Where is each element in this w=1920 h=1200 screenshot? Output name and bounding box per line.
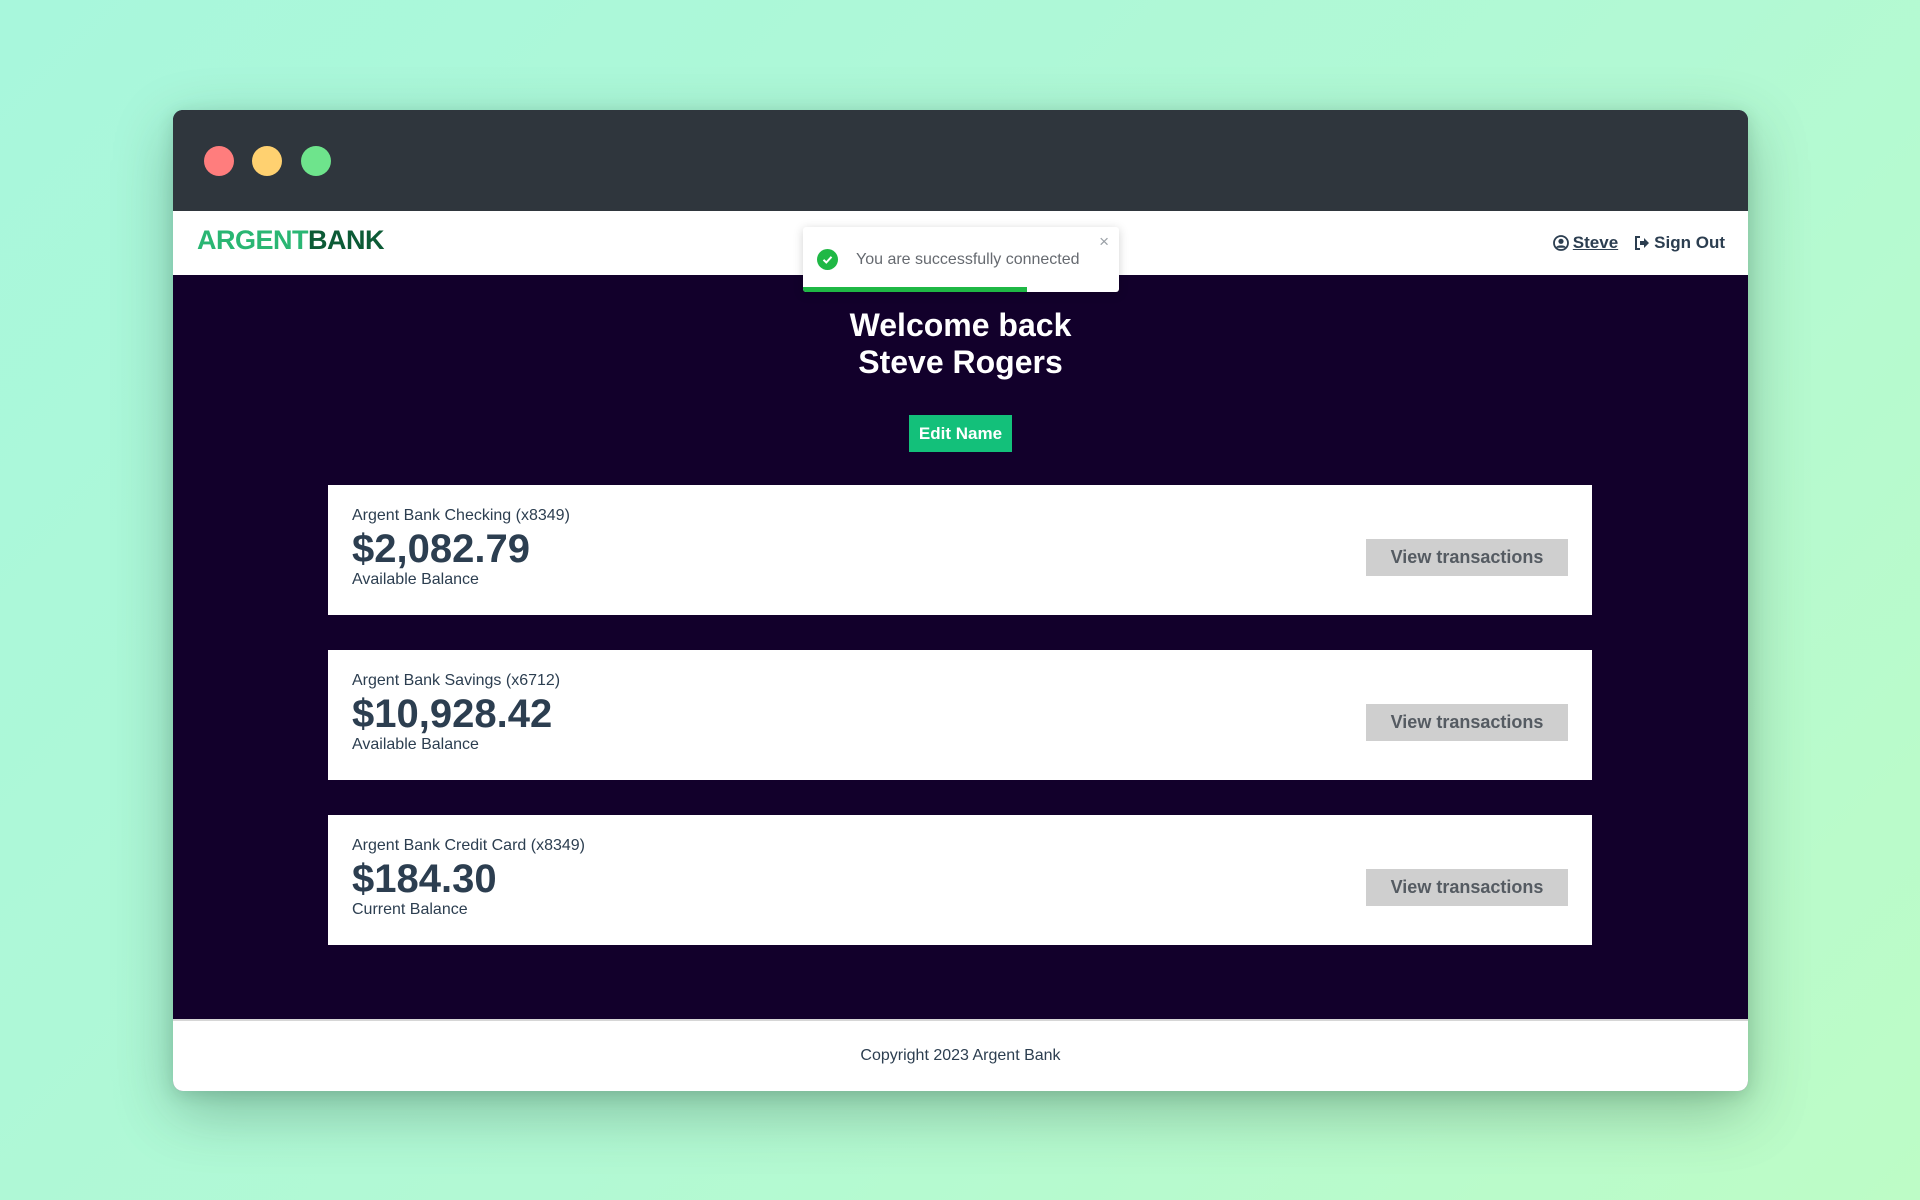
user-full-name: Steve Rogers: [858, 344, 1063, 380]
sign-out-label: Sign Out: [1654, 233, 1725, 252]
view-transactions-button[interactable]: View transactions: [1366, 869, 1568, 906]
welcome-line: Welcome back: [849, 307, 1072, 343]
minimize-window-button[interactable]: [252, 146, 282, 176]
close-window-button[interactable]: [204, 146, 234, 176]
user-profile-link[interactable]: Steve: [1552, 233, 1619, 253]
logo-bank: BANK: [308, 224, 385, 255]
toast-close-icon[interactable]: ×: [1099, 232, 1109, 252]
user-name: Steve: [1572, 233, 1619, 252]
nav-links: Steve Sign Out: [1552, 233, 1725, 253]
account-title: Argent Bank Checking (x8349): [352, 507, 570, 524]
browser-window: ARGENTBANK Steve Sign Out You are succes…: [173, 110, 1748, 1091]
toast-progress-bar: [803, 287, 1028, 292]
view-transactions-button[interactable]: View transactions: [1366, 704, 1568, 741]
account-savings: Argent Bank Savings (x6712) $10,928.42 A…: [328, 650, 1592, 780]
maximize-window-button[interactable]: [301, 146, 331, 176]
main-content: Welcome back Steve Rogers Edit Name Arge…: [173, 275, 1748, 1019]
sign-out-link[interactable]: Sign Out: [1634, 233, 1725, 253]
account-checking: Argent Bank Checking (x8349) $2,082.79 A…: [328, 485, 1592, 615]
account-title: Argent Bank Savings (x6712): [352, 672, 561, 689]
account-credit-card: Argent Bank Credit Card (x8349) $184.30 …: [328, 815, 1592, 945]
account-title: Argent Bank Credit Card (x8349): [352, 837, 585, 854]
edit-name-button[interactable]: Edit Name: [909, 415, 1012, 452]
view-transactions-button[interactable]: View transactions: [1366, 539, 1568, 576]
argent-bank-logo[interactable]: ARGENTBANK: [197, 224, 385, 256]
check-circle-icon: [817, 249, 838, 270]
copyright-text: Copyright 2023 Argent Bank: [860, 1047, 1061, 1064]
window-titlebar: [173, 110, 1748, 211]
page-footer: Copyright 2023 Argent Bank: [173, 1019, 1748, 1091]
toast-message: You are successfully connected: [856, 250, 1080, 268]
user-circle-icon: [1552, 235, 1569, 251]
success-toast: You are successfully connected ×: [803, 227, 1119, 292]
logo-argent: ARGENT: [197, 224, 309, 255]
sign-out-icon: [1635, 236, 1650, 250]
